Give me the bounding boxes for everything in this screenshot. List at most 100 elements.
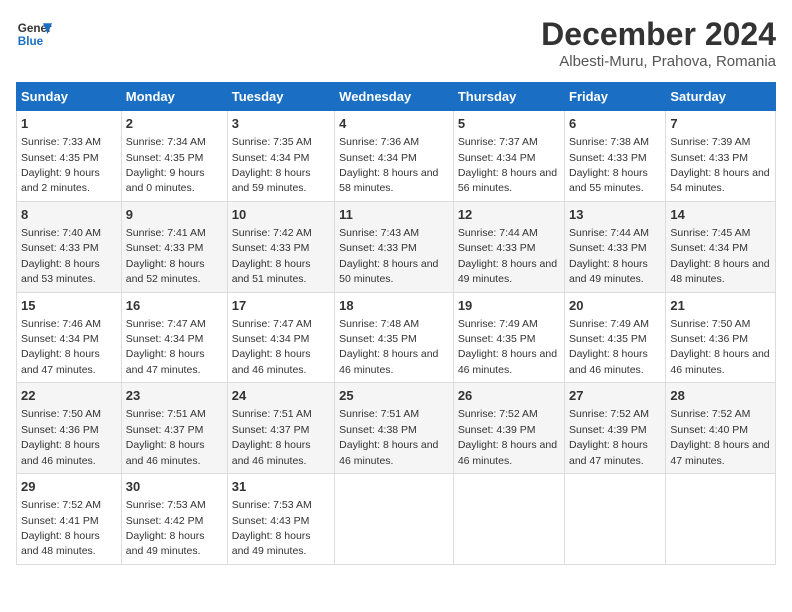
calendar-cell [453,474,564,565]
calendar-cell: 31 Sunrise: 7:53 AMSunset: 4:43 PMDaylig… [227,474,334,565]
day-number: 4 [339,115,449,133]
sunrise-info: Sunrise: 7:50 AMSunset: 4:36 PMDaylight:… [670,318,769,376]
day-number: 22 [21,387,117,405]
page-header: General Blue December 2024 Albesti-Muru,… [16,16,776,70]
day-number: 31 [232,478,330,496]
sunrise-info: Sunrise: 7:34 AMSunset: 4:35 PMDaylight:… [126,136,206,194]
week-row-5: 29 Sunrise: 7:52 AMSunset: 4:41 PMDaylig… [17,474,776,565]
calendar-cell: 3 Sunrise: 7:35 AMSunset: 4:34 PMDayligh… [227,111,334,202]
calendar-cell: 25 Sunrise: 7:51 AMSunset: 4:38 PMDaylig… [335,383,454,474]
sunrise-info: Sunrise: 7:48 AMSunset: 4:35 PMDaylight:… [339,318,438,376]
day-number: 14 [670,206,771,224]
sunrise-info: Sunrise: 7:45 AMSunset: 4:34 PMDaylight:… [670,227,769,285]
sunrise-info: Sunrise: 7:49 AMSunset: 4:35 PMDaylight:… [458,318,557,376]
day-number: 12 [458,206,560,224]
day-number: 13 [569,206,661,224]
sunrise-info: Sunrise: 7:47 AMSunset: 4:34 PMDaylight:… [126,318,206,376]
calendar-cell: 20 Sunrise: 7:49 AMSunset: 4:35 PMDaylig… [565,292,666,383]
header-friday: Friday [565,83,666,111]
calendar-cell: 12 Sunrise: 7:44 AMSunset: 4:33 PMDaylig… [453,201,564,292]
calendar-table: SundayMondayTuesdayWednesdayThursdayFrid… [16,82,776,565]
sunrise-info: Sunrise: 7:39 AMSunset: 4:33 PMDaylight:… [670,136,769,194]
sunrise-info: Sunrise: 7:52 AMSunset: 4:40 PMDaylight:… [670,408,769,466]
calendar-cell: 21 Sunrise: 7:50 AMSunset: 4:36 PMDaylig… [666,292,776,383]
calendar-cell: 7 Sunrise: 7:39 AMSunset: 4:33 PMDayligh… [666,111,776,202]
month-title: December 2024 [541,16,776,53]
header-wednesday: Wednesday [335,83,454,111]
day-number: 7 [670,115,771,133]
sunrise-info: Sunrise: 7:50 AMSunset: 4:36 PMDaylight:… [21,408,101,466]
week-row-2: 8 Sunrise: 7:40 AMSunset: 4:33 PMDayligh… [17,201,776,292]
day-number: 5 [458,115,560,133]
calendar-cell: 19 Sunrise: 7:49 AMSunset: 4:35 PMDaylig… [453,292,564,383]
day-number: 20 [569,297,661,315]
sunrise-info: Sunrise: 7:44 AMSunset: 4:33 PMDaylight:… [458,227,557,285]
day-number: 23 [126,387,223,405]
day-number: 8 [21,206,117,224]
calendar-cell [335,474,454,565]
location-title: Albesti-Muru, Prahova, Romania [541,53,776,70]
sunrise-info: Sunrise: 7:52 AMSunset: 4:41 PMDaylight:… [21,499,101,557]
calendar-cell: 28 Sunrise: 7:52 AMSunset: 4:40 PMDaylig… [666,383,776,474]
day-number: 3 [232,115,330,133]
sunrise-info: Sunrise: 7:49 AMSunset: 4:35 PMDaylight:… [569,318,649,376]
day-number: 6 [569,115,661,133]
week-row-3: 15 Sunrise: 7:46 AMSunset: 4:34 PMDaylig… [17,292,776,383]
sunrise-info: Sunrise: 7:51 AMSunset: 4:37 PMDaylight:… [232,408,312,466]
day-number: 17 [232,297,330,315]
sunrise-info: Sunrise: 7:43 AMSunset: 4:33 PMDaylight:… [339,227,438,285]
day-number: 9 [126,206,223,224]
day-number: 30 [126,478,223,496]
day-number: 28 [670,387,771,405]
calendar-cell: 6 Sunrise: 7:38 AMSunset: 4:33 PMDayligh… [565,111,666,202]
sunrise-info: Sunrise: 7:35 AMSunset: 4:34 PMDaylight:… [232,136,312,194]
sunrise-info: Sunrise: 7:46 AMSunset: 4:34 PMDaylight:… [21,318,101,376]
day-number: 11 [339,206,449,224]
calendar-cell: 13 Sunrise: 7:44 AMSunset: 4:33 PMDaylig… [565,201,666,292]
day-number: 10 [232,206,330,224]
calendar-cell [565,474,666,565]
sunrise-info: Sunrise: 7:37 AMSunset: 4:34 PMDaylight:… [458,136,557,194]
calendar-cell: 23 Sunrise: 7:51 AMSunset: 4:37 PMDaylig… [121,383,227,474]
sunrise-info: Sunrise: 7:41 AMSunset: 4:33 PMDaylight:… [126,227,206,285]
svg-text:Blue: Blue [18,35,44,48]
week-row-4: 22 Sunrise: 7:50 AMSunset: 4:36 PMDaylig… [17,383,776,474]
calendar-cell: 27 Sunrise: 7:52 AMSunset: 4:39 PMDaylig… [565,383,666,474]
sunrise-info: Sunrise: 7:40 AMSunset: 4:33 PMDaylight:… [21,227,101,285]
header-saturday: Saturday [666,83,776,111]
calendar-cell: 1 Sunrise: 7:33 AMSunset: 4:35 PMDayligh… [17,111,122,202]
calendar-cell: 24 Sunrise: 7:51 AMSunset: 4:37 PMDaylig… [227,383,334,474]
day-number: 27 [569,387,661,405]
sunrise-info: Sunrise: 7:36 AMSunset: 4:34 PMDaylight:… [339,136,438,194]
calendar-cell: 15 Sunrise: 7:46 AMSunset: 4:34 PMDaylig… [17,292,122,383]
calendar-cell: 22 Sunrise: 7:50 AMSunset: 4:36 PMDaylig… [17,383,122,474]
header-sunday: Sunday [17,83,122,111]
calendar-cell: 9 Sunrise: 7:41 AMSunset: 4:33 PMDayligh… [121,201,227,292]
calendar-cell: 29 Sunrise: 7:52 AMSunset: 4:41 PMDaylig… [17,474,122,565]
calendar-cell: 4 Sunrise: 7:36 AMSunset: 4:34 PMDayligh… [335,111,454,202]
header-tuesday: Tuesday [227,83,334,111]
day-number: 15 [21,297,117,315]
sunrise-info: Sunrise: 7:33 AMSunset: 4:35 PMDaylight:… [21,136,101,194]
day-number: 1 [21,115,117,133]
week-row-1: 1 Sunrise: 7:33 AMSunset: 4:35 PMDayligh… [17,111,776,202]
sunrise-info: Sunrise: 7:53 AMSunset: 4:42 PMDaylight:… [126,499,206,557]
day-number: 26 [458,387,560,405]
sunrise-info: Sunrise: 7:44 AMSunset: 4:33 PMDaylight:… [569,227,649,285]
sunrise-info: Sunrise: 7:51 AMSunset: 4:37 PMDaylight:… [126,408,206,466]
day-number: 2 [126,115,223,133]
calendar-cell: 26 Sunrise: 7:52 AMSunset: 4:39 PMDaylig… [453,383,564,474]
calendar-cell: 5 Sunrise: 7:37 AMSunset: 4:34 PMDayligh… [453,111,564,202]
sunrise-info: Sunrise: 7:47 AMSunset: 4:34 PMDaylight:… [232,318,312,376]
sunrise-info: Sunrise: 7:38 AMSunset: 4:33 PMDaylight:… [569,136,649,194]
day-number: 24 [232,387,330,405]
title-area: December 2024 Albesti-Muru, Prahova, Rom… [541,16,776,70]
sunrise-info: Sunrise: 7:53 AMSunset: 4:43 PMDaylight:… [232,499,312,557]
sunrise-info: Sunrise: 7:52 AMSunset: 4:39 PMDaylight:… [569,408,649,466]
calendar-cell [666,474,776,565]
logo-icon: General Blue [16,16,52,52]
header-row: SundayMondayTuesdayWednesdayThursdayFrid… [17,83,776,111]
calendar-cell: 16 Sunrise: 7:47 AMSunset: 4:34 PMDaylig… [121,292,227,383]
day-number: 29 [21,478,117,496]
day-number: 21 [670,297,771,315]
